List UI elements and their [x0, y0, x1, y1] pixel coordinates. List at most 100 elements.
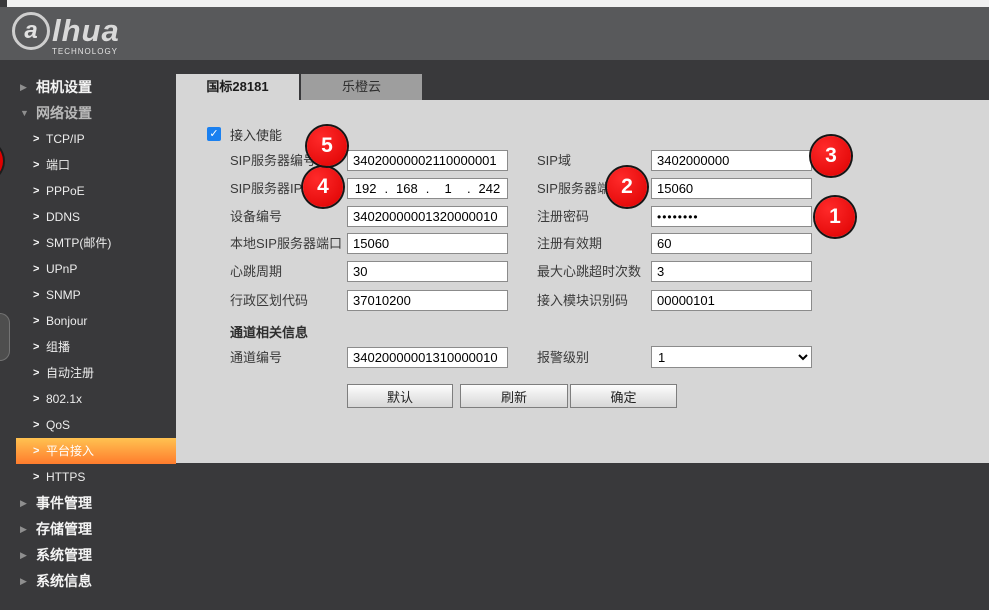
- sidebar-item[interactable]: ▶ 系统信息: [0, 568, 176, 594]
- chevron-icon: >: [33, 464, 46, 490]
- chevron-icon: >: [33, 204, 46, 230]
- ip-octet-2[interactable]: 168: [389, 181, 424, 196]
- sidebar-item-label: 事件管理: [36, 490, 92, 516]
- annotation-circle-5: 5: [307, 126, 347, 166]
- sip-server-id-input[interactable]: [347, 150, 508, 171]
- sidebar-item-label: 端口: [46, 152, 70, 178]
- register-password-input[interactable]: [651, 206, 812, 227]
- chevron-icon: >: [33, 386, 46, 412]
- annotation-circle-4: 4: [303, 167, 343, 207]
- header-bar: a lhua TECHNOLOGY: [0, 7, 989, 60]
- logo-a-icon: a: [12, 12, 50, 50]
- alarm-level-label: 报警级别: [537, 347, 589, 368]
- enable-label: 接入使能: [230, 125, 282, 144]
- sidebar-item-label: 自动注册: [46, 360, 94, 386]
- sidebar-item-label: 相机设置: [36, 74, 92, 100]
- chevron-icon: >: [33, 308, 46, 334]
- sidebar-item[interactable]: ▶ 系统管理: [0, 542, 176, 568]
- logo-text: lhua: [52, 13, 120, 49]
- top-strip: [0, 0, 989, 7]
- sidebar-item[interactable]: > 端口: [0, 152, 176, 178]
- sidebar-item[interactable]: > 802.1x: [0, 386, 176, 412]
- max-heartbeat-timeouts-input[interactable]: [651, 261, 812, 282]
- sidebar-item[interactable]: ▶ 事件管理: [0, 490, 176, 516]
- heartbeat-period-label: 心跳周期: [230, 261, 282, 282]
- sidebar-item[interactable]: > TCP/IP: [0, 126, 176, 152]
- sidebar-item-label: UPnP: [46, 256, 77, 282]
- sidebar-item[interactable]: > 组播: [0, 334, 176, 360]
- sidebar-item-label: SNMP: [46, 282, 81, 308]
- sidebar-item[interactable]: > QoS: [0, 412, 176, 438]
- sidebar-item[interactable]: ▶ 相机设置: [0, 74, 176, 100]
- tab-gb28181[interactable]: 国标28181: [176, 74, 299, 100]
- chevron-icon: >: [33, 230, 46, 256]
- default-button[interactable]: 默认: [347, 384, 453, 408]
- sidebar-item-label: PPPoE: [46, 178, 85, 204]
- ip-octet-1[interactable]: 192: [348, 181, 383, 196]
- chevron-icon: >: [33, 256, 46, 282]
- sip-server-ip-input[interactable]: 192.168.1.242: [347, 178, 508, 199]
- sip-server-id-label: SIP服务器编号: [230, 150, 316, 171]
- device-id-input[interactable]: [347, 206, 508, 227]
- chevron-icon: >: [33, 412, 46, 438]
- sidebar-item-label: 组播: [46, 334, 70, 360]
- device-id-label: 设备编号: [230, 206, 282, 227]
- tab-bar: 国标28181 乐橙云: [176, 74, 989, 100]
- enable-checkbox[interactable]: [207, 127, 221, 141]
- sidebar-item[interactable]: > 自动注册: [0, 360, 176, 386]
- ip-octet-3[interactable]: 1: [431, 181, 466, 196]
- sidebar-item[interactable]: > DDNS: [0, 204, 176, 230]
- sidebar-item-label: TCP/IP: [46, 126, 85, 152]
- sidebar-item-label: 存储管理: [36, 516, 92, 542]
- sidebar-item-label: 系统管理: [36, 542, 92, 568]
- settings-panel: 接入使能 SIP服务器编号 SIP域 SIP服务器IP 192.168.1.24…: [176, 100, 989, 463]
- sidebar-item[interactable]: > UPnP: [0, 256, 176, 282]
- chevron-icon: ▶: [20, 74, 36, 100]
- local-sip-port-input[interactable]: [347, 233, 508, 254]
- sidebar-item[interactable]: ▼ 网络设置: [0, 100, 176, 126]
- sidebar-item-label: HTTPS: [46, 464, 85, 490]
- chevron-icon: >: [33, 282, 46, 308]
- sidebar-item-label: 802.1x: [46, 386, 82, 412]
- access-module-id-input[interactable]: [651, 290, 812, 311]
- heartbeat-period-input[interactable]: [347, 261, 508, 282]
- sidebar-item[interactable]: ▶ 存储管理: [0, 516, 176, 542]
- chevron-icon: >: [33, 360, 46, 386]
- max-heartbeat-timeouts-label: 最大心跳超时次数: [537, 261, 641, 282]
- chevron-icon: ▶: [20, 542, 36, 568]
- channel-id-input[interactable]: [347, 347, 508, 368]
- enable-row: 接入使能: [207, 126, 282, 142]
- admin-region-code-label: 行政区划代码: [230, 290, 308, 311]
- channel-id-label: 通道编号: [230, 347, 282, 368]
- sidebar-item[interactable]: > Bonjour: [0, 308, 176, 334]
- sip-domain-input[interactable]: [651, 150, 812, 171]
- chevron-icon: ▶: [20, 568, 36, 594]
- panel-collapse-handle[interactable]: [0, 313, 10, 361]
- ip-octet-4[interactable]: 242: [472, 181, 507, 196]
- access-module-id-label: 接入模块识别码: [537, 290, 628, 311]
- refresh-button[interactable]: 刷新: [460, 384, 568, 408]
- channel-section-title: 通道相关信息: [230, 322, 308, 341]
- local-sip-port-label: 本地SIP服务器端口: [230, 233, 342, 254]
- sidebar-item[interactable]: > 平台接入: [16, 438, 176, 464]
- register-valid-period-input[interactable]: [651, 233, 812, 254]
- sidebar-item[interactable]: > PPPoE: [0, 178, 176, 204]
- sip-server-port-input[interactable]: [651, 178, 812, 199]
- sidebar-item[interactable]: > SNMP: [0, 282, 176, 308]
- tab-lechange-cloud[interactable]: 乐橙云: [301, 74, 422, 100]
- sidebar-item-label: QoS: [46, 412, 70, 438]
- admin-region-code-input[interactable]: [347, 290, 508, 311]
- chevron-icon: >: [33, 438, 46, 464]
- alarm-level-select[interactable]: 1: [651, 346, 812, 368]
- ok-button[interactable]: 确定: [570, 384, 677, 408]
- register-password-label: 注册密码: [537, 206, 589, 227]
- top-corner-notch: [0, 0, 7, 7]
- sidebar-item-label: DDNS: [46, 204, 80, 230]
- annotation-circle-2: 2: [607, 167, 647, 207]
- logo-tagline: TECHNOLOGY: [52, 47, 120, 56]
- sidebar-item[interactable]: > HTTPS: [0, 464, 176, 490]
- sidebar-item-label: 系统信息: [36, 568, 92, 594]
- annotation-circle-1: 1: [815, 197, 855, 237]
- sidebar-item[interactable]: > SMTP(邮件): [0, 230, 176, 256]
- chevron-icon: ▶: [20, 490, 36, 516]
